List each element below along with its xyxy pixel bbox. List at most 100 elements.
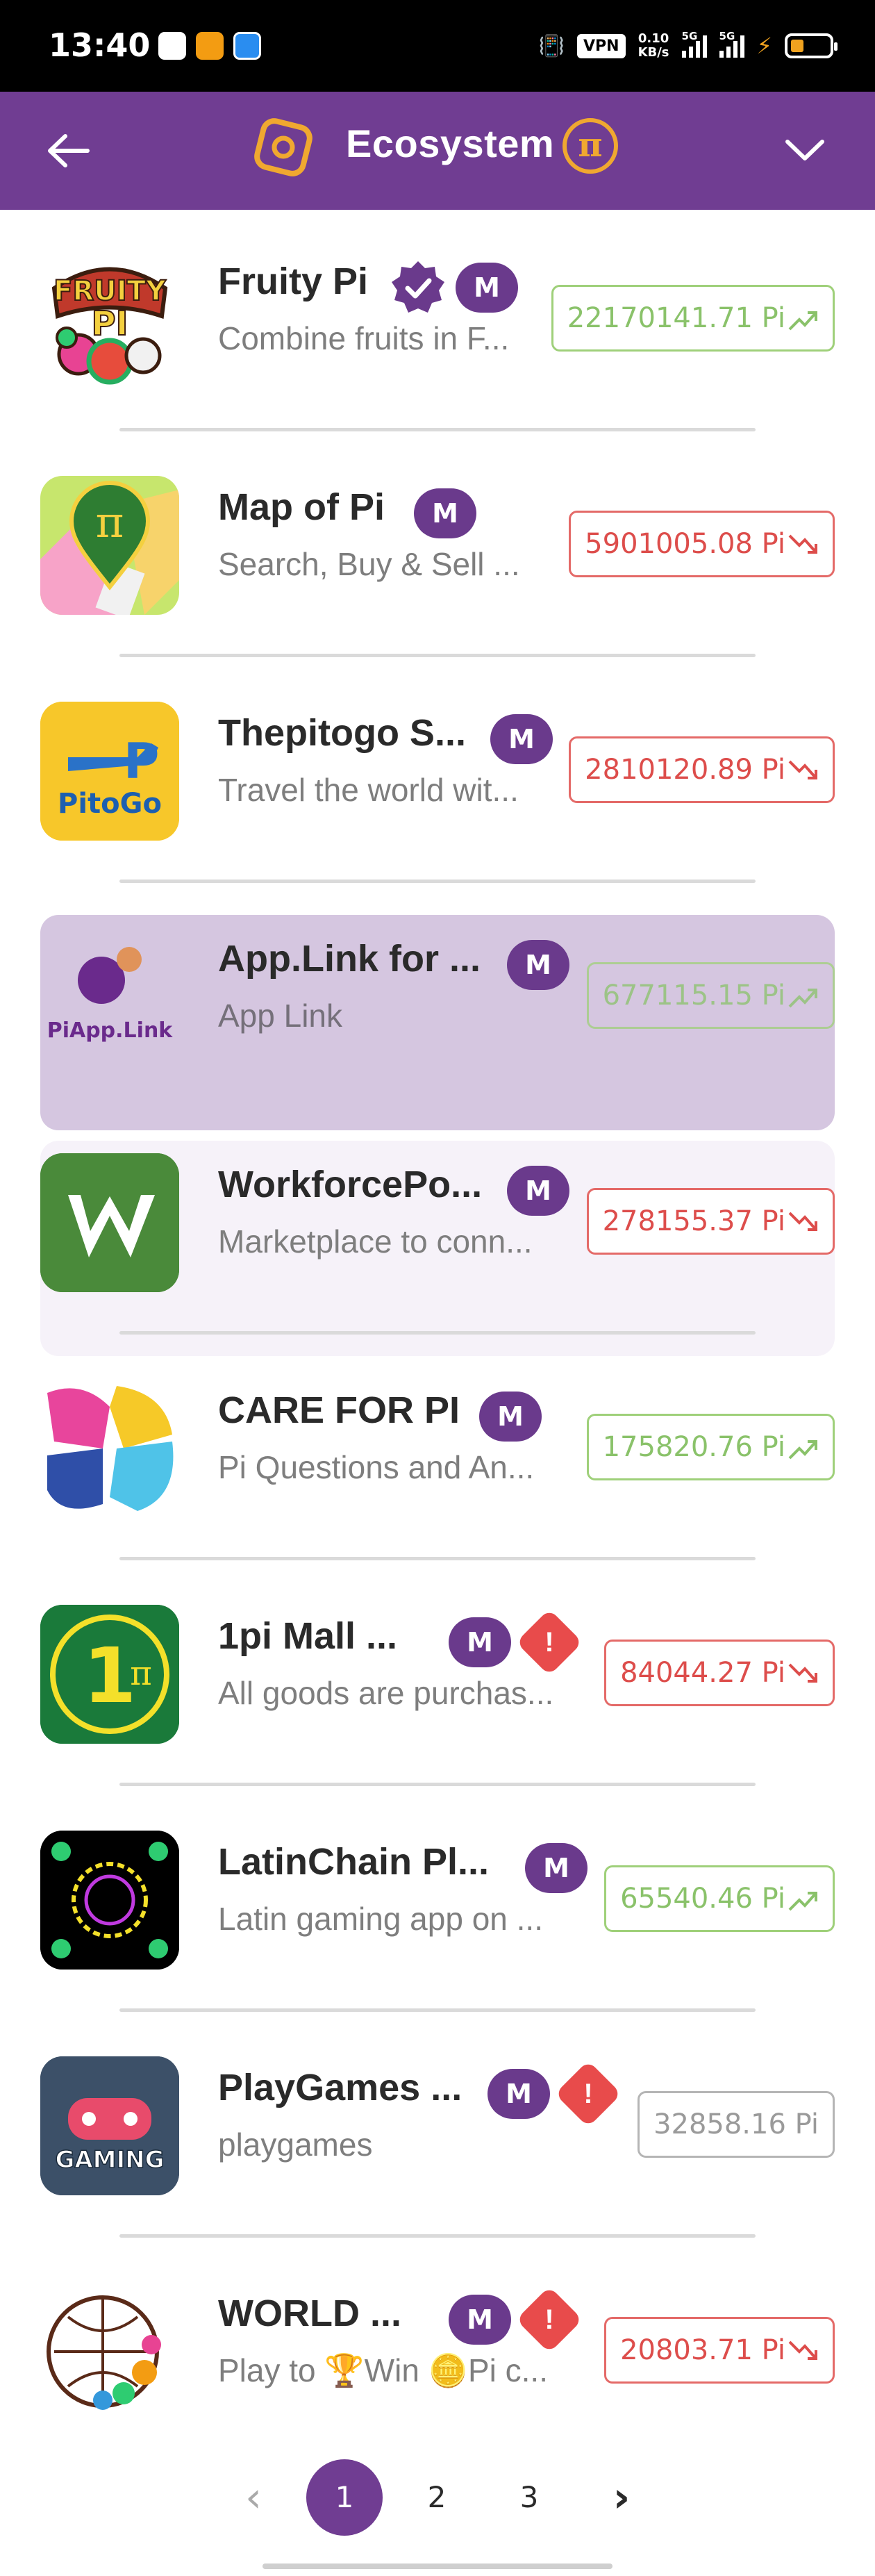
app-name: Fruity Pi	[218, 261, 369, 302]
list-item[interactable]: π Map of Pi M Search, Buy & Sell ... 590…	[0, 476, 875, 702]
divider	[119, 2234, 756, 2238]
notification-icon	[158, 32, 186, 60]
list-item[interactable]: P PitoGo Thepitogo S... M Travel the wor…	[0, 702, 875, 927]
price-value: 278155.37 Pi	[602, 1205, 785, 1237]
price-tag: 65540.46 Pi	[604, 1865, 835, 1932]
list-item[interactable]: LatinChain Pl... M Latin gaming app on .…	[0, 1831, 875, 2056]
price-value: 5901005.08 Pi	[585, 528, 785, 560]
svg-text:P: P	[124, 733, 159, 790]
price-value: 32858.16 Pi	[653, 2108, 819, 2140]
workforce-logo	[40, 1153, 179, 1292]
divider	[119, 428, 756, 431]
app-description: Search, Buy & Sell ...	[218, 546, 520, 582]
app-name: WorkforcePo...	[218, 1164, 483, 1205]
warning-glyph: !	[544, 2304, 554, 2335]
svg-text:FRUITY: FRUITY	[53, 275, 167, 307]
notification-icon	[233, 32, 261, 60]
page-title: Ecosystem	[346, 122, 555, 165]
mainnet-badge: M	[525, 1843, 588, 1893]
latinchain-logo	[40, 1831, 179, 1970]
icon-text: PiApp.Link	[47, 1018, 174, 1043]
prev-page-button[interactable]: ‹	[215, 2459, 292, 2536]
divider	[119, 1783, 756, 1786]
list-item[interactable]: 1 π 1pi Mall ... M ! All goods are purch…	[0, 1605, 875, 1831]
network-speed: 0.10 KB/s	[638, 32, 669, 60]
pagination: ‹ 1 2 3 ›	[0, 2459, 875, 2536]
svg-text:π: π	[96, 497, 124, 547]
vpn-indicator: VPN	[577, 33, 626, 58]
app-description: Latin gaming app on ...	[218, 1901, 543, 1937]
divider	[119, 1331, 756, 1335]
chevron-down-icon[interactable]	[781, 125, 829, 174]
speed-unit: KB/s	[638, 45, 669, 60]
home-indicator[interactable]	[262, 2563, 612, 2569]
fruity-pi-logo: FRUITY PI	[40, 250, 179, 389]
next-page-button[interactable]: ›	[583, 2459, 660, 2536]
network-type: 5G	[681, 30, 698, 42]
mainnet-badge: M	[479, 1392, 542, 1442]
back-arrow-icon[interactable]	[44, 126, 93, 175]
app-description: App Link	[218, 998, 343, 1034]
app-name: PlayGames ...	[218, 2067, 462, 2108]
vibrate-icon: 📳	[538, 33, 565, 58]
gaming-logo: GAMING	[40, 2056, 179, 2195]
icon-text: PitoGo	[58, 788, 162, 820]
app-name: Thepitogo S...	[218, 712, 466, 754]
warning-glyph: !	[583, 2079, 593, 2109]
status-bar: 13:40 📳 VPN 0.10 KB/s 5G 5G ⚡	[0, 0, 875, 92]
price-tag: 5901005.08 Pi	[569, 511, 835, 577]
care-for-pi-logo	[40, 1379, 179, 1518]
app-header: Ecosystem π	[0, 92, 875, 210]
map-of-pi-logo: π	[40, 476, 179, 615]
trend-up-icon	[788, 989, 817, 1008]
clock: 13:40	[49, 26, 151, 64]
price-value: 677115.15 Pi	[602, 980, 785, 1012]
1pi-mall-logo: 1 π	[40, 1605, 179, 1744]
charging-icon: ⚡	[756, 33, 772, 59]
trend-up-icon	[788, 311, 817, 331]
list-item[interactable]: GAMING PlayGames ... M ! playgames 32858…	[0, 2056, 875, 2282]
warning-icon: !	[515, 1608, 583, 1676]
trend-down-icon	[788, 1663, 817, 1683]
price-tag: 20803.71 Pi	[604, 2317, 835, 2384]
app-description: All goods are purchas...	[218, 1675, 554, 1711]
trend-down-icon	[788, 760, 817, 779]
app-description: Pi Questions and An...	[218, 1449, 535, 1485]
list-item-selected[interactable]: PiApp.Link App.Link for ... M App Link 6…	[0, 915, 875, 1153]
page-button-3[interactable]: 3	[491, 2459, 567, 2536]
svg-text:π: π	[130, 1654, 152, 1693]
app-name: LatinChain Pl...	[218, 1841, 490, 1883]
list-item[interactable]: WorkforcePo... M Marketplace to conn... …	[0, 1141, 875, 1379]
price-tag: 175820.76 Pi	[586, 1414, 835, 1480]
divider	[119, 654, 756, 657]
price-tag: 2810120.89 Pi	[569, 736, 835, 803]
divider	[119, 1557, 756, 1560]
price-value: 65540.46 Pi	[620, 1883, 785, 1915]
battery-icon	[785, 33, 838, 58]
page-button-1[interactable]: 1	[306, 2459, 383, 2536]
price-tag: 278155.37 Pi	[586, 1188, 835, 1255]
price-tag: 84044.27 Pi	[604, 1640, 835, 1706]
piapp-link-logo: PiApp.Link	[40, 927, 179, 1066]
warning-icon: !	[554, 2060, 622, 2128]
app-description: Travel the world wit...	[218, 772, 519, 808]
list-item[interactable]: CARE FOR PI M Pi Questions and An... 175…	[0, 1379, 875, 1605]
trend-up-icon	[788, 1892, 817, 1911]
price-value: 175820.76 Pi	[602, 1431, 785, 1463]
price-value: 20803.71 Pi	[620, 2334, 785, 2366]
warning-icon: !	[515, 2286, 583, 2354]
status-indicators: 📳 VPN 0.10 KB/s 5G 5G ⚡	[538, 28, 838, 64]
world-logo	[40, 2282, 179, 2421]
mainnet-badge: M	[507, 940, 569, 990]
app-description: Play to 🏆Win 🪙Pi c...	[218, 2352, 548, 2388]
app-name: WORLD ...	[218, 2293, 401, 2334]
mainnet-badge: M	[490, 714, 553, 764]
page-button-2[interactable]: 2	[399, 2459, 475, 2536]
app-name: App.Link for ...	[218, 938, 481, 980]
price-tag: 32858.16 Pi	[638, 2091, 835, 2158]
mainnet-badge: M	[449, 2295, 511, 2345]
app-name: CARE FOR PI	[218, 1389, 460, 1431]
icon-text: GAMING	[55, 2146, 164, 2174]
list-item[interactable]: FRUITY PI Fruity Pi M Combine fruits in …	[0, 250, 875, 476]
speed-value: 0.10	[638, 31, 669, 46]
